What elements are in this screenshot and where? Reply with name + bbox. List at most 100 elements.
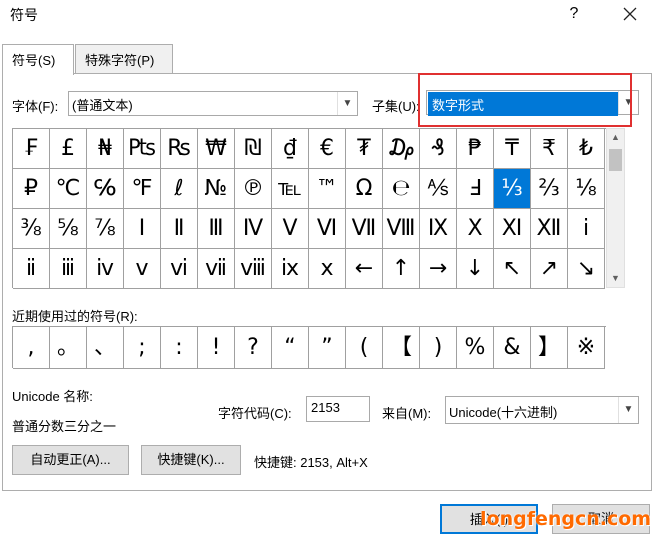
recent-symbol-cell[interactable]: !: [198, 327, 235, 369]
symbol-cell[interactable]: ₰: [420, 129, 457, 169]
symbol-cell[interactable]: ⅔: [531, 169, 568, 209]
char-code-input[interactable]: 2153: [306, 396, 370, 422]
symbol-cell[interactable]: ₹: [531, 129, 568, 169]
recent-symbol-cell[interactable]: “: [272, 327, 309, 369]
symbol-cell[interactable]: №: [198, 169, 235, 209]
recent-symbol-cell[interactable]: ”: [309, 327, 346, 369]
symbol-cell[interactable]: ₩: [198, 129, 235, 169]
symbol-cell[interactable]: Ⅰ: [124, 209, 161, 249]
symbol-cell[interactable]: ₽: [13, 169, 50, 209]
symbol-cell[interactable]: Ⅸ: [420, 209, 457, 249]
symbol-cell[interactable]: ⅴ: [124, 249, 161, 289]
symbol-cell[interactable]: ⅷ: [235, 249, 272, 289]
symbol-cell[interactable]: ℉: [124, 169, 161, 209]
symbol-cell[interactable]: ⅍: [420, 169, 457, 209]
scrollbar-thumb[interactable]: [609, 149, 622, 171]
recent-symbol-cell[interactable]: (: [346, 327, 383, 369]
symbol-cell[interactable]: Ⅶ: [346, 209, 383, 249]
symbol-cell[interactable]: ↖: [494, 249, 531, 289]
symbol-cell[interactable]: ℡: [272, 169, 309, 209]
autocorrect-button[interactable]: 自动更正(A)...: [12, 445, 129, 475]
tab-symbols[interactable]: 符号(S): [2, 44, 74, 75]
symbol-cell[interactable]: ↘: [568, 249, 605, 289]
symbol-cell[interactable]: ℃: [50, 169, 87, 209]
symbol-cell[interactable]: ⅝: [50, 209, 87, 249]
symbol-cell[interactable]: →: [420, 249, 457, 289]
recent-symbol-cell[interactable]: ): [420, 327, 457, 369]
symbol-cell[interactable]: ₪: [235, 129, 272, 169]
symbol-cell[interactable]: ℗: [235, 169, 272, 209]
shortcut-key-button[interactable]: 快捷键(K)...: [141, 445, 241, 475]
symbol-cell[interactable]: ⅜: [13, 209, 50, 249]
symbol-cell[interactable]: Ⅳ: [235, 209, 272, 249]
symbol-cell[interactable]: ←: [346, 249, 383, 289]
scroll-down-icon[interactable]: ▼: [607, 270, 624, 287]
symbol-cell[interactable]: ⅶ: [198, 249, 235, 289]
recent-symbol-cell[interactable]: %: [457, 327, 494, 369]
symbol-cell[interactable]: ₱: [457, 129, 494, 169]
symbol-cell[interactable]: ℅: [87, 169, 124, 209]
symbol-cell[interactable]: ₮: [346, 129, 383, 169]
symbol-cell[interactable]: ₺: [568, 129, 605, 169]
recent-symbol-cell[interactable]: &: [494, 327, 531, 369]
help-button[interactable]: ?: [562, 2, 586, 26]
subset-value: 数字形式: [428, 92, 618, 116]
symbol-cell[interactable]: Ω: [346, 169, 383, 209]
symbol-cell[interactable]: ⅞: [87, 209, 124, 249]
watermark: longfengcn.com: [480, 508, 652, 530]
symbol-cell[interactable]: ↑: [383, 249, 420, 289]
symbol-cell[interactable]: ⅳ: [87, 249, 124, 289]
recent-symbol-cell[interactable]: ?: [235, 327, 272, 369]
recent-symbol-cell[interactable]: ,: [13, 327, 50, 369]
symbol-cell[interactable]: ₣: [13, 129, 50, 169]
symbol-cell[interactable]: ₯: [383, 129, 420, 169]
symbol-cell[interactable]: Ⅺ: [494, 209, 531, 249]
symbol-cell[interactable]: ₫: [272, 129, 309, 169]
symbol-cell[interactable]: ⅹ: [309, 249, 346, 289]
symbol-cell[interactable]: ⅓: [494, 169, 531, 209]
symbol-grid-scrollbar[interactable]: ▲ ▼: [606, 128, 625, 288]
tab-special-characters[interactable]: 特殊字符(P): [75, 44, 173, 74]
symbol-cell[interactable]: Ⅲ: [198, 209, 235, 249]
symbol-cell[interactable]: ℮: [383, 169, 420, 209]
recent-symbol-cell[interactable]: 】: [531, 327, 568, 369]
symbol-cell[interactable]: Ⅱ: [161, 209, 198, 249]
symbol-cell[interactable]: Ⅎ: [457, 169, 494, 209]
from-select[interactable]: Unicode(十六进制) ▼: [445, 396, 639, 424]
font-select[interactable]: (普通文本) ▼: [68, 91, 358, 116]
close-button[interactable]: [616, 2, 644, 26]
symbol-cell[interactable]: ℓ: [161, 169, 198, 209]
recent-symbol-cell[interactable]: 、: [87, 327, 124, 369]
symbol-cell[interactable]: ₦: [87, 129, 124, 169]
symbol-cell[interactable]: Ⅻ: [531, 209, 568, 249]
symbol-cell[interactable]: Ⅴ: [272, 209, 309, 249]
symbol-grid: ₣ £ ₦ ₧ ₨ ₩ ₪ ₫ € ₮ ₯ ₰ ₱ ₸ ₹ ₺ ₽ ℃ ℅ ℉ ℓ № ℗ ℡ ™ Ω ℮ ⅍ Ⅎ ⅓ ⅔ ⅛ ⅜ ⅝ ⅞ Ⅰ Ⅱ Ⅲ Ⅳ Ⅴ…: [12, 128, 606, 289]
subset-label: 子集(U):: [372, 99, 420, 114]
symbol-cell[interactable]: ₨: [161, 129, 198, 169]
recent-symbol-cell[interactable]: ;: [124, 327, 161, 369]
symbol-cell[interactable]: ⅰ: [568, 209, 605, 249]
unicode-name-label: Unicode 名称:: [12, 389, 93, 404]
symbol-cell[interactable]: ™: [309, 169, 346, 209]
symbol-cell[interactable]: Ⅹ: [457, 209, 494, 249]
symbol-cell[interactable]: ⅱ: [13, 249, 50, 289]
symbol-cell[interactable]: ⅵ: [161, 249, 198, 289]
recent-symbol-cell[interactable]: 【: [383, 327, 420, 369]
symbol-cell[interactable]: ⅛: [568, 169, 605, 209]
recent-label: 近期使用过的符号(R):: [12, 309, 138, 324]
symbol-cell[interactable]: ↓: [457, 249, 494, 289]
symbol-cell[interactable]: Ⅷ: [383, 209, 420, 249]
symbol-cell[interactable]: ₸: [494, 129, 531, 169]
symbol-cell[interactable]: ↗: [531, 249, 568, 289]
symbol-cell[interactable]: ⅲ: [50, 249, 87, 289]
recent-symbol-cell[interactable]: :: [161, 327, 198, 369]
symbol-cell[interactable]: £: [50, 129, 87, 169]
symbol-cell[interactable]: Ⅵ: [309, 209, 346, 249]
shortcut-info: 快捷键: 2153, Alt+X: [254, 455, 368, 470]
scroll-up-icon[interactable]: ▲: [607, 129, 624, 146]
symbol-cell[interactable]: ⅸ: [272, 249, 309, 289]
recent-symbol-cell[interactable]: ※: [568, 327, 605, 369]
symbol-cell[interactable]: €: [309, 129, 346, 169]
recent-symbol-cell[interactable]: 。: [50, 327, 87, 369]
symbol-cell[interactable]: ₧: [124, 129, 161, 169]
